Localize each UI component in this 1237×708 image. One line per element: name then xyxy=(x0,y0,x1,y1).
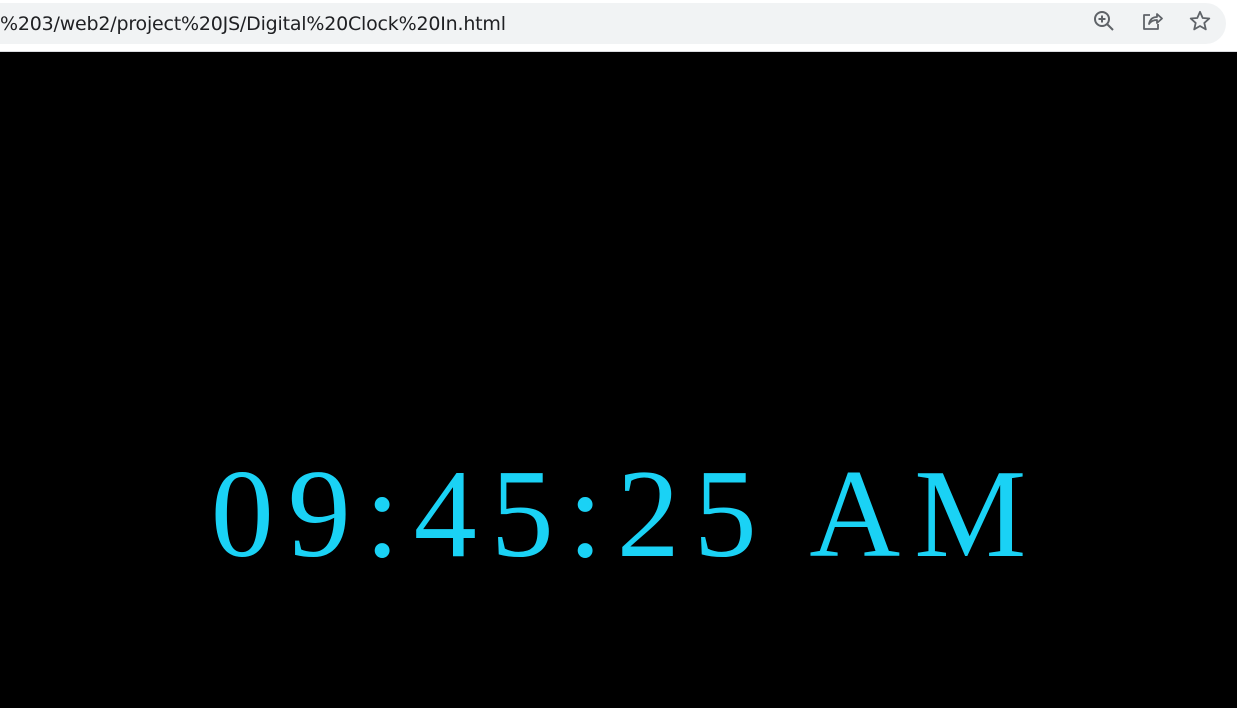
page-content: 09:45:25 AM xyxy=(0,52,1237,708)
zoom-in-icon[interactable] xyxy=(1092,9,1116,33)
star-icon[interactable] xyxy=(1188,9,1212,33)
browser-toolbar: %203/web2/project%20JS/Digital%20Clock%2… xyxy=(0,0,1237,52)
address-bar[interactable]: %203/web2/project%20JS/Digital%20Clock%2… xyxy=(0,3,1226,44)
url-text[interactable]: %203/web2/project%20JS/Digital%20Clock%2… xyxy=(0,13,506,35)
digital-clock: 09:45:25 AM xyxy=(210,445,1041,584)
share-icon[interactable] xyxy=(1140,9,1164,33)
